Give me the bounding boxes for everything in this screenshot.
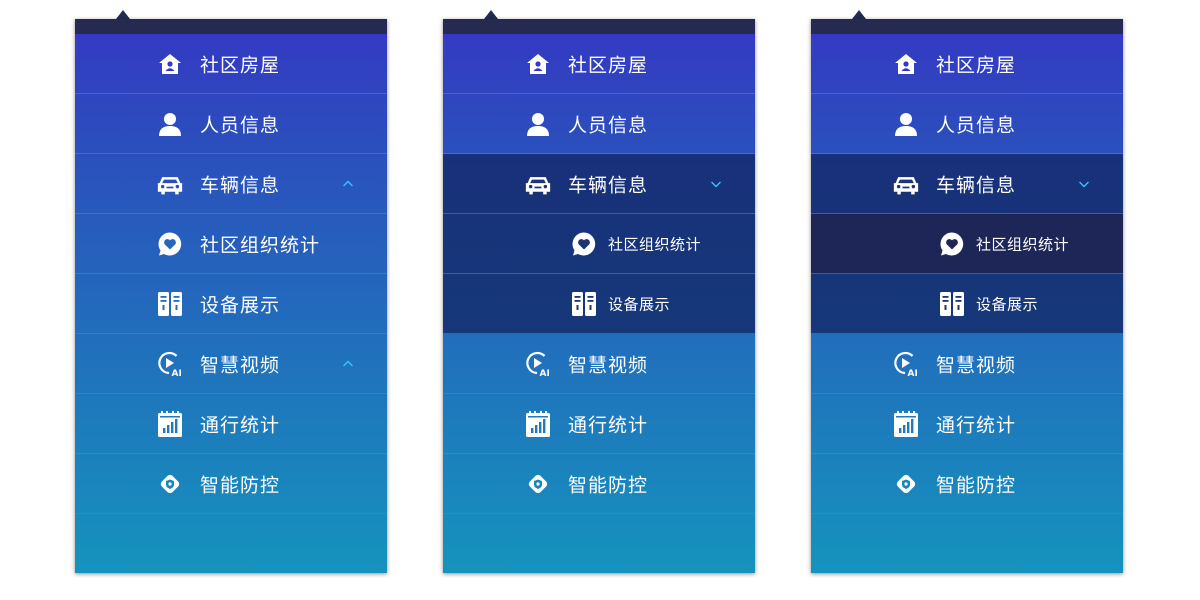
menu-item-label: 通行统计	[936, 414, 1017, 436]
menu-item-label: 社区组织统计	[976, 235, 1070, 253]
chevron-down-icon[interactable]	[709, 177, 723, 191]
menu-item-vehicle-info[interactable]: 车辆信息	[443, 154, 755, 214]
menu-item-smart-video[interactable]: AI 智慧视频	[443, 334, 755, 394]
menu-item-community-housing[interactable]: 社区房屋	[811, 34, 1123, 94]
house-icon	[157, 51, 183, 77]
menu-item-traffic-stats[interactable]: 通行统计	[811, 394, 1123, 454]
menu-item-label: 车辆信息	[936, 174, 1017, 196]
menu-item-label: 智慧视频	[936, 354, 1017, 376]
menu-item-personnel-info[interactable]: 人员信息	[811, 94, 1123, 154]
cabinet-icon	[157, 291, 183, 317]
submenu-item-community-org-stats[interactable]: 社区组织统计	[443, 214, 755, 274]
menu-item-personnel-info[interactable]: 人员信息	[443, 94, 755, 154]
panel-header-bar	[75, 19, 387, 34]
menu-item-label: 人员信息	[936, 114, 1017, 136]
nav-menu: 社区房屋 人员信息 车辆信息 社区组织统计 设备展示 AI 智慧视频 通行统计 …	[75, 34, 387, 514]
menu-item-community-housing[interactable]: 社区房屋	[75, 34, 387, 94]
panel-header-bar	[811, 19, 1123, 34]
cabinet-icon	[571, 291, 597, 317]
menu-item-vehicle-info[interactable]: 车辆信息	[75, 154, 387, 214]
nav-menu: 社区房屋 人员信息 车辆信息 社区组织统计 设备展示 AI 智慧视频 通行统计 …	[811, 34, 1123, 514]
menu-item-traffic-stats[interactable]: 通行统计	[75, 394, 387, 454]
cabinet-icon	[939, 291, 965, 317]
menu-panel-2: 社区房屋 人员信息 车辆信息 社区组织统计 设备展示 AI 智慧视频 通行统计 …	[443, 10, 755, 573]
ai-video-icon: AI	[893, 351, 919, 377]
house-icon	[525, 51, 551, 77]
menu-item-label: 智能防控	[200, 474, 281, 496]
menu-item-label: 设备展示	[200, 294, 281, 316]
menu-item-label: 社区房屋	[936, 54, 1017, 76]
heart-chat-icon	[571, 231, 597, 257]
calendar-chart-icon	[893, 411, 919, 437]
panel-pointer	[852, 10, 866, 19]
menu-item-label: 智慧视频	[200, 354, 281, 376]
menu-item-community-housing[interactable]: 社区房屋	[443, 34, 755, 94]
menu-item-label: 社区组织统计	[200, 234, 321, 256]
shield-icon	[893, 471, 919, 497]
menu-panel-1: 社区房屋 人员信息 车辆信息 社区组织统计 设备展示 AI 智慧视频 通行统计 …	[75, 10, 387, 573]
menu-item-label: 社区组织统计	[608, 235, 702, 253]
menu-item-label: 车辆信息	[200, 174, 281, 196]
menu-item-label: 车辆信息	[568, 174, 649, 196]
panel-pointer	[484, 10, 498, 19]
chevron-up-icon[interactable]	[341, 177, 355, 191]
menu-item-smart-defense[interactable]: 智能防控	[443, 454, 755, 514]
house-icon	[893, 51, 919, 77]
menu-item-label: 人员信息	[200, 114, 281, 136]
panel-body: 社区房屋 人员信息 车辆信息 社区组织统计 设备展示 AI 智慧视频 通行统计 …	[443, 19, 755, 573]
svg-text:AI: AI	[172, 369, 182, 377]
menu-item-smart-video[interactable]: AI 智慧视频	[811, 334, 1123, 394]
heart-chat-icon	[939, 231, 965, 257]
panel-header-bar	[443, 19, 755, 34]
calendar-chart-icon	[525, 411, 551, 437]
ai-video-icon: AI	[525, 351, 551, 377]
menu-item-smart-defense[interactable]: 智能防控	[811, 454, 1123, 514]
menu-item-device-display[interactable]: 设备展示	[75, 274, 387, 334]
menu-item-label: 智慧视频	[568, 354, 649, 376]
menu-item-label: 智能防控	[936, 474, 1017, 496]
person-icon	[157, 111, 183, 137]
menu-panel-3: 社区房屋 人员信息 车辆信息 社区组织统计 设备展示 AI 智慧视频 通行统计 …	[811, 10, 1123, 573]
person-icon	[525, 111, 551, 137]
ai-video-icon: AI	[157, 351, 183, 377]
submenu-item-community-org-stats-active[interactable]: 社区组织统计	[811, 214, 1123, 274]
menu-item-label: 设备展示	[608, 295, 671, 313]
svg-text:AI: AI	[908, 369, 918, 377]
menu-item-label: 人员信息	[568, 114, 649, 136]
submenu-item-device-display[interactable]: 设备展示	[811, 274, 1123, 334]
panel-body: 社区房屋 人员信息 车辆信息 社区组织统计 设备展示 AI 智慧视频 通行统计 …	[811, 19, 1123, 573]
car-icon	[525, 171, 551, 197]
panel-pointer	[116, 10, 130, 19]
menu-item-label: 设备展示	[976, 295, 1039, 313]
car-icon	[157, 171, 183, 197]
menu-item-label: 社区房屋	[568, 54, 649, 76]
panel-body: 社区房屋 人员信息 车辆信息 社区组织统计 设备展示 AI 智慧视频 通行统计 …	[75, 19, 387, 573]
menu-item-smart-video[interactable]: AI 智慧视频	[75, 334, 387, 394]
shield-icon	[157, 471, 183, 497]
menu-item-label: 通行统计	[568, 414, 649, 436]
svg-text:AI: AI	[540, 369, 550, 377]
menu-item-smart-defense[interactable]: 智能防控	[75, 454, 387, 514]
heart-chat-icon	[157, 231, 183, 257]
chevron-up-icon[interactable]	[341, 357, 355, 371]
menu-item-vehicle-info[interactable]: 车辆信息	[811, 154, 1123, 214]
menu-item-label: 智能防控	[568, 474, 649, 496]
chevron-down-icon[interactable]	[1077, 177, 1091, 191]
calendar-chart-icon	[157, 411, 183, 437]
menu-item-traffic-stats[interactable]: 通行统计	[443, 394, 755, 454]
menu-item-label: 社区房屋	[200, 54, 281, 76]
menu-item-personnel-info[interactable]: 人员信息	[75, 94, 387, 154]
person-icon	[893, 111, 919, 137]
submenu-item-device-display[interactable]: 设备展示	[443, 274, 755, 334]
shield-icon	[525, 471, 551, 497]
nav-menu: 社区房屋 人员信息 车辆信息 社区组织统计 设备展示 AI 智慧视频 通行统计 …	[443, 34, 755, 514]
menu-item-community-org-stats[interactable]: 社区组织统计	[75, 214, 387, 274]
car-icon	[893, 171, 919, 197]
menu-item-label: 通行统计	[200, 414, 281, 436]
